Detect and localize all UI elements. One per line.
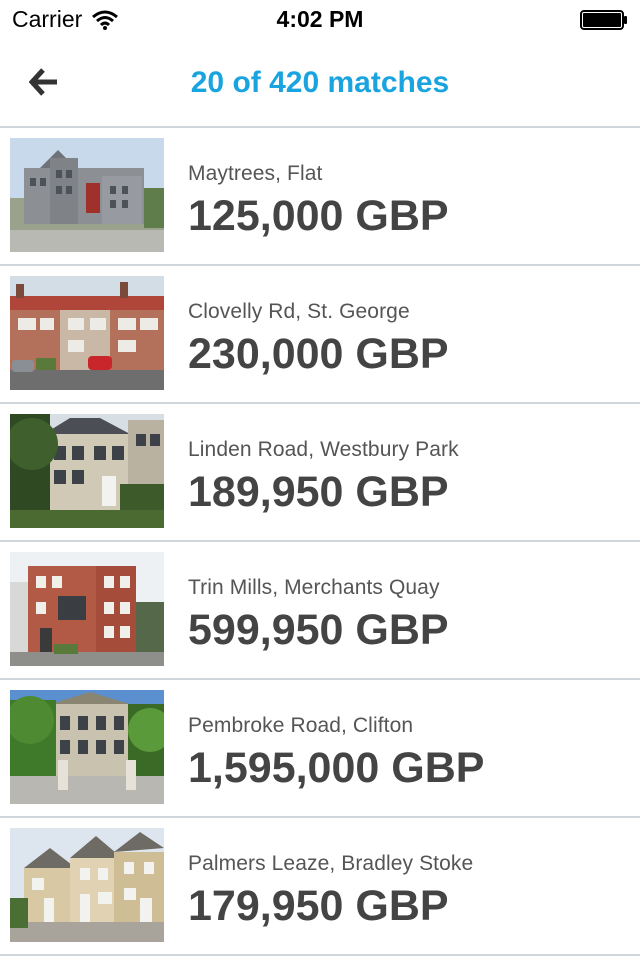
page-title: 20 of 420 matches [190,66,450,99]
listing-row[interactable]: Palmers Leaze, Bradley Stoke 179,950 GBP [0,818,640,956]
listing-address: Linden Road, Westbury Park [188,438,459,461]
listing-row[interactable]: Maytrees, Flat 125,000 GBP [0,128,640,266]
property-photo [10,414,164,528]
property-photo-image [10,690,164,804]
listing-row[interactable]: Linden Road, Westbury Park 189,950 GBP [0,404,640,542]
battery-icon [580,10,627,30]
listing-address: Palmers Leaze, Bradley Stoke [188,852,474,875]
listing-list: Maytrees, Flat 125,000 GBP Clovelly Rd, … [0,128,640,956]
listing-row[interactable]: Pembroke Road, Clifton 1,595,000 GBP [0,680,640,818]
listing-price: 179,950 GBP [188,882,449,930]
listing-price: 189,950 GBP [188,468,449,516]
listing-row[interactable]: Trin Mills, Merchants Quay 599,950 GBP [0,542,640,680]
listing-price: 599,950 GBP [188,606,449,654]
property-photo-image [10,276,164,390]
property-photo [10,552,164,666]
listing-address: Pembroke Road, Clifton [188,714,414,737]
listing-price: 230,000 GBP [188,330,449,378]
navigation-bar: 20 of 420 matches [0,40,640,128]
listing-price: 125,000 GBP [188,192,449,240]
property-photo-image [10,552,164,666]
listing-row[interactable]: Clovelly Rd, St. George 230,000 GBP [0,266,640,404]
listing-address: Clovelly Rd, St. George [188,300,410,323]
property-photo [10,690,164,804]
listing-address: Trin Mills, Merchants Quay [188,576,440,599]
listing-address: Maytrees, Flat [188,162,323,185]
listing-price: 1,595,000 GBP [188,744,485,792]
property-photo [10,828,164,942]
status-bar: Carrier 4:02 PM [0,0,640,40]
property-photo-image [10,138,164,252]
clock: 4:02 PM [276,6,364,32]
property-photo [10,276,164,390]
property-photo-image [10,828,164,942]
property-photo [10,138,164,252]
property-photo-image [10,414,164,528]
